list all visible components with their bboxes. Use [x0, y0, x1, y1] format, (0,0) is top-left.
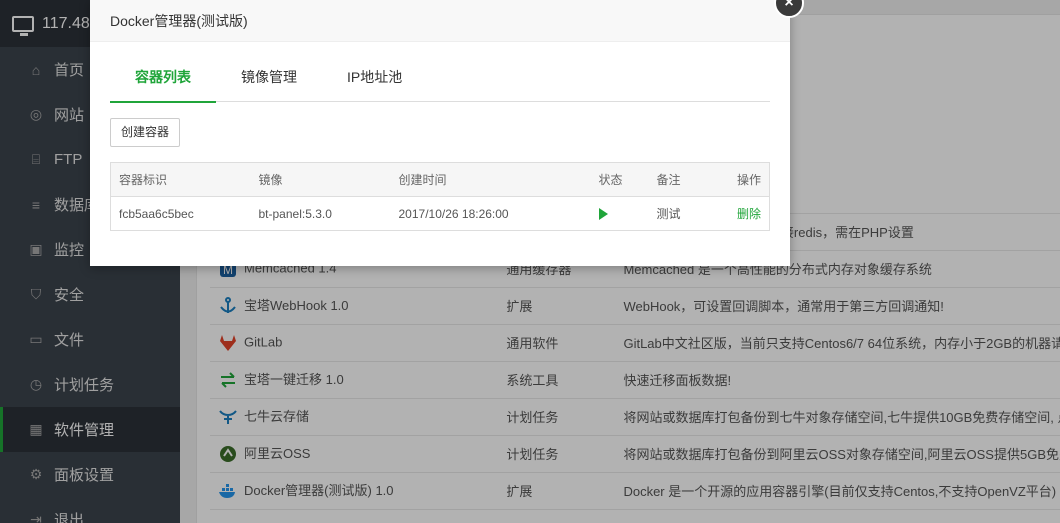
table-row: fcb5aa6c5bec bt-panel:5.3.0 2017/10/26 1…	[111, 197, 770, 231]
docker-manager-dialog: Docker管理器(测试版) 容器列表 镜像管理 IP地址池 创建容器 容器标识…	[90, 0, 790, 266]
dialog-title: Docker管理器(测试版)	[90, 0, 790, 42]
dialog-tabs: 容器列表 镜像管理 IP地址池	[110, 58, 770, 103]
delete-link[interactable]: 删除	[737, 207, 761, 221]
col-image-header: 镜像	[250, 162, 391, 197]
container-created: 2017/10/26 18:26:00	[398, 206, 509, 221]
create-container-button[interactable]: 创建容器	[110, 118, 181, 147]
container-action: 删除	[719, 197, 770, 231]
tab-ip-pool[interactable]: IP地址池	[322, 58, 427, 101]
col-created-header: 创建时间	[390, 162, 591, 197]
container-image: bt-panel:5.3.0	[258, 206, 332, 221]
col-status-header: 状态	[590, 162, 649, 197]
container-status[interactable]	[591, 197, 649, 231]
table-header-row: 容器标识 镜像 创建时间 状态 备注 操作	[110, 162, 770, 197]
container-id: fcb5aa6c5bec	[119, 206, 194, 221]
tab-container-list[interactable]: 容器列表	[110, 58, 216, 103]
container-table: 容器标识 镜像 创建时间 状态 备注 操作 fcb5aa6c5bec bt-pa…	[110, 162, 770, 231]
tab-image-management[interactable]: 镜像管理	[216, 58, 322, 101]
container-note: 测试	[656, 207, 681, 221]
play-icon[interactable]	[598, 208, 608, 221]
col-id-header: 容器标识	[110, 162, 251, 197]
col-note-header: 备注	[648, 162, 719, 197]
col-action-header: 操作	[718, 162, 770, 197]
